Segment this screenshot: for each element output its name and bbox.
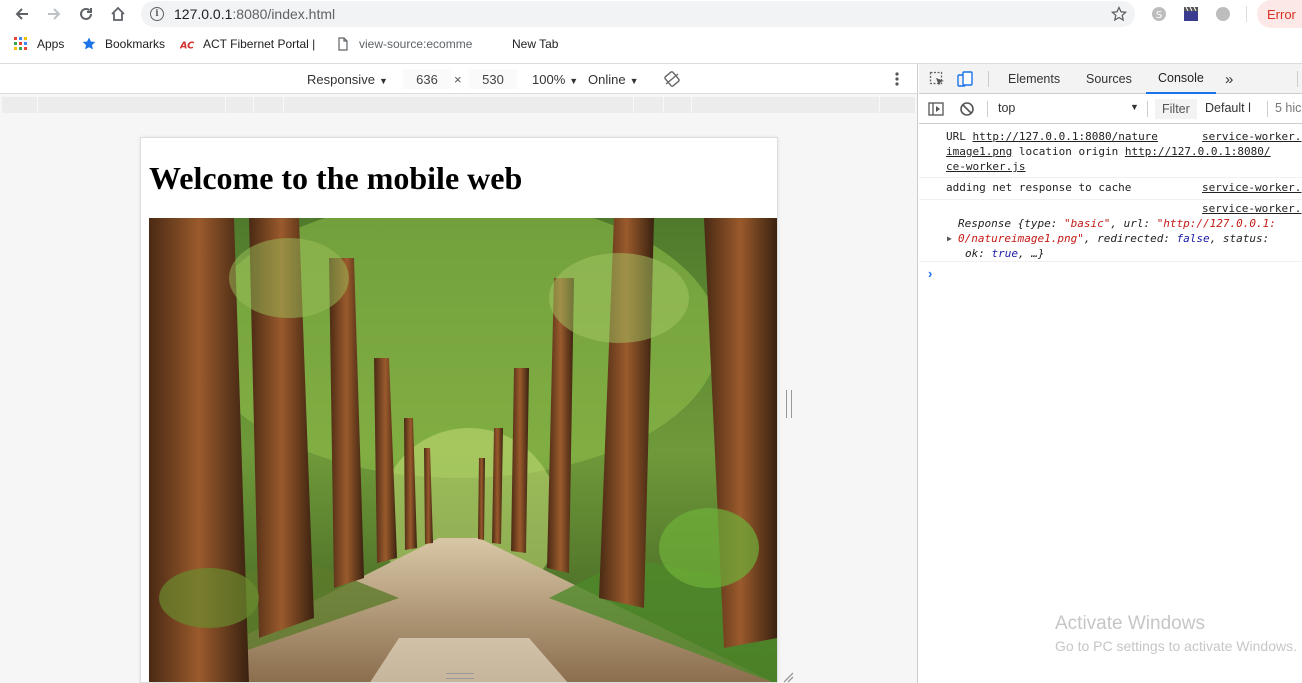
expand-triangle-icon[interactable]: ▶ [947,231,952,246]
network-throttle-select[interactable]: Online ▼ [588,72,639,87]
log-levels-select[interactable]: Default l [1205,101,1251,115]
toolbar-separator [1147,101,1148,117]
forest-path-illustration [149,218,777,682]
arrow-right-icon [48,8,61,20]
profile-extension-icon[interactable] [1215,6,1231,22]
clear-console-icon[interactable] [959,101,975,117]
console-url-link[interactable]: http://127.0.0.1:8080/nature [973,130,1158,143]
show-sidebar-icon[interactable] [928,101,944,117]
hidden-messages-count: 5 hic [1275,101,1302,115]
zoom-select[interactable]: 100% ▼ [532,72,578,87]
address-bar: i 127.0.0.1:8080/index.html S Error [0,0,1302,28]
viewport-resize-handle-right[interactable] [786,390,792,418]
context-selector[interactable]: top [998,101,1015,115]
console-filter-input[interactable]: Filter [1155,99,1197,119]
devtools-tabbar: Elements Sources Console » [919,64,1302,94]
toolbar-divider [1246,6,1247,22]
home-button[interactable] [102,0,134,28]
clapperboard-extension-icon[interactable] [1183,6,1199,22]
bookmark-apps[interactable]: Apps [14,37,64,51]
url-text[interactable]: 127.0.0.1:8080/index.html [174,6,335,22]
info-icon[interactable]: i [150,7,164,21]
url-omnibox[interactable]: i 127.0.0.1:8080/index.html [141,1,1135,27]
device-emulation-area: Responsive ▼ 636 × 530 100% ▼ Online ▼ Welc… [0,64,918,683]
bookmarks-bar: Apps Bookmarks ACT ACT Fibernet Portal |… [0,28,1302,64]
console-source-link[interactable]: service-worker.j [1202,129,1302,144]
apps-grid-icon [14,37,27,50]
reload-icon [80,7,92,20]
profile-error-pill[interactable]: Error [1257,0,1302,28]
device-mode-select[interactable]: Responsive ▼ [307,72,388,87]
rotate-icon[interactable] [664,71,680,87]
skype-extension-icon[interactable]: S [1151,6,1167,22]
context-caret-icon[interactable]: ▼ [1130,102,1139,112]
viewport-resize-handle-bottom[interactable] [446,673,474,679]
tab-separator [1297,71,1298,87]
tab-console[interactable]: Console [1146,64,1216,94]
device-toolbar: Responsive ▼ 636 × 530 100% ▼ Online ▼ [0,64,917,94]
tab-separator [988,71,989,87]
inspect-element-icon[interactable] [929,71,945,87]
tab-sources[interactable]: Sources [1086,64,1132,94]
console-source-link[interactable]: service-worker.j [1202,180,1302,195]
bookmark-bookmarks[interactable]: Bookmarks [82,37,165,51]
arrow-left-icon [15,8,28,20]
svg-text:S: S [1156,10,1162,21]
console-message: URL http://127.0.0.1:8080/nature service… [919,128,1302,178]
bookmark-star-icon[interactable] [1111,6,1127,22]
back-button[interactable] [6,0,38,28]
emulated-viewport: Welcome to the mobile web [140,137,778,683]
toolbar-separator [987,101,988,117]
console-message: adding net response to cache service-wor… [919,178,1302,200]
star-icon [82,37,96,50]
bookmark-new-tab[interactable]: New Tab [512,37,558,51]
console-url-link[interactable]: http://127.0.0.1:8080/ [1125,145,1271,158]
console-url-link[interactable]: ce-worker.js [946,160,1025,173]
tab-elements[interactable]: Elements [1008,64,1060,94]
toolbar-separator [1267,101,1268,117]
forest-path-image [149,218,777,682]
kebab-menu-icon[interactable] [890,71,904,87]
act-logo-icon: ACT [180,40,194,51]
device-toggle-icon[interactable] [957,71,973,87]
viewport-resize-corner-icon[interactable] [782,671,794,683]
forward-button[interactable] [38,0,70,28]
bookmark-act-fibernet[interactable]: ACT ACT Fibernet Portal | [180,37,315,51]
dimension-separator: × [454,72,462,87]
viewport-height-input[interactable]: 530 [469,69,517,89]
more-tabs-button[interactable]: » [1225,64,1233,94]
reload-button[interactable] [70,0,102,28]
home-icon [111,6,125,21]
console-url-link[interactable]: image1.png [946,145,1012,158]
activate-windows-watermark: Activate Windows Go to PC settings to ac… [1055,613,1297,654]
bookmark-view-source[interactable]: view-source:ecomme [336,37,472,51]
svg-text:ACT: ACT [180,40,194,51]
page-icon [338,37,348,51]
viewport-width-input[interactable]: 636 [403,69,451,89]
console-source-link[interactable]: service-worker.j [1202,201,1302,216]
page-heading: Welcome to the mobile web [149,160,523,196]
media-query-ruler[interactable] [2,97,916,113]
console-toolbar: top ▼ Filter Default l 5 hic [919,94,1302,124]
devtools-panel: Elements Sources Console » top ▼ Filter … [919,64,1302,683]
console-message: service-worker.j Response {type: "basic"… [919,200,1302,262]
console-prompt[interactable]: › [928,266,932,281]
